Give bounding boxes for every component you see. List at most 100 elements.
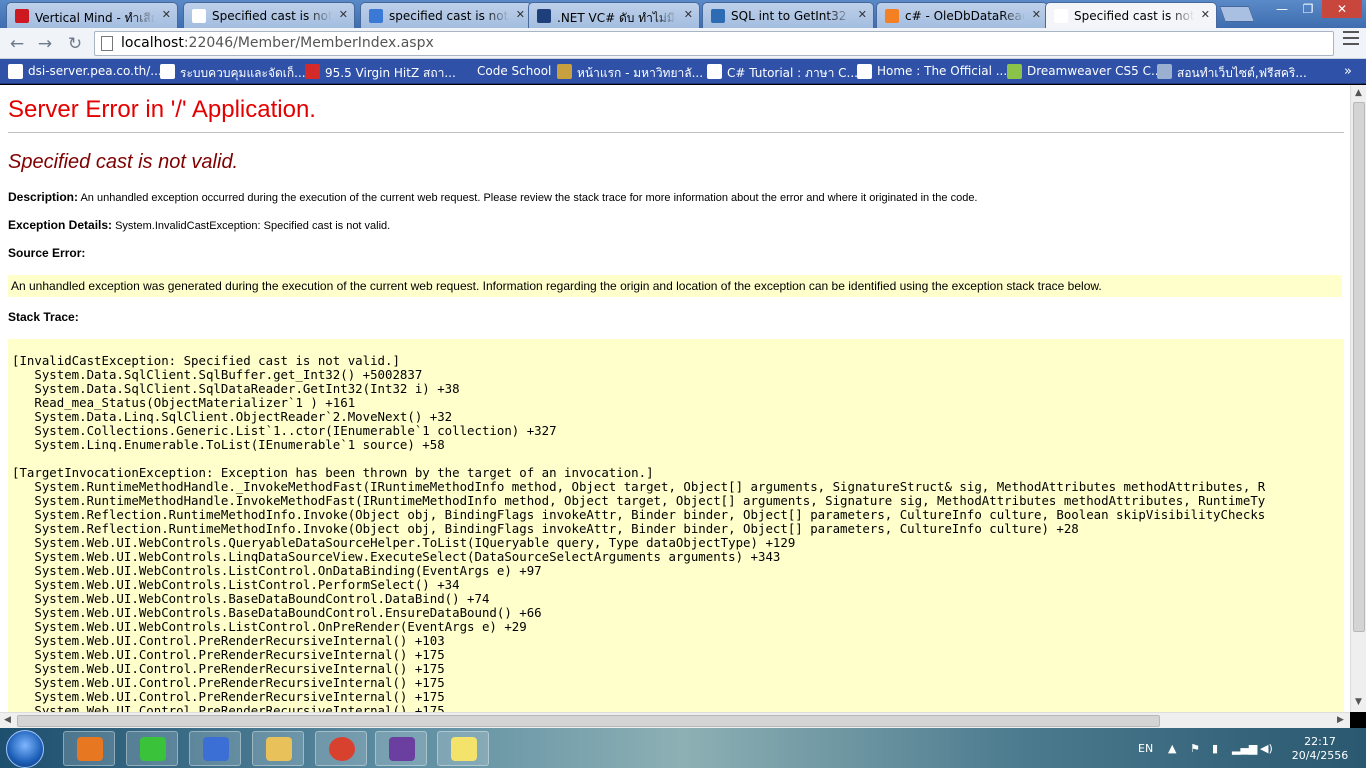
address-host: localhost [121, 35, 184, 51]
bookmark-item[interactable]: C# Tutorial : ภาษา C... [707, 64, 858, 80]
bookmark-favicon-icon [1157, 64, 1172, 79]
stack-trace-line: System.RuntimeMethodHandle.InvokeMethodF… [12, 493, 1266, 508]
bookmark-favicon-icon [707, 64, 722, 79]
stack-trace-row: Stack Trace: [8, 310, 79, 324]
address-bar[interactable]: localhost:22046/Member/MemberIndex.aspx … [94, 31, 1334, 56]
browser-tab[interactable]: specified cast is not va ✕ [360, 2, 532, 28]
bookmark-item[interactable]: dsi-server.pea.co.th/... [8, 64, 162, 80]
scroll-left-arrow-icon[interactable]: ◀ [4, 715, 11, 725]
restore-button[interactable]: ❐ [1296, 0, 1320, 18]
tab-title: Specified cast is not va [212, 9, 332, 23]
clock-date: 20/4/2556 [1291, 749, 1349, 762]
bookmark-item[interactable]: 95.5 Virgin HitZ สถา... [305, 64, 456, 80]
source-error-box: An unhandled exception was generated dur… [8, 275, 1342, 297]
tab-close-icon[interactable]: ✕ [684, 8, 693, 21]
stack-trace-line: Read_mea_Status(ObjectMaterializer`1 ) +… [12, 395, 356, 410]
taskbar-app-sticky-notes[interactable] [437, 731, 489, 766]
taskbar-app-file-explorer[interactable] [252, 731, 304, 766]
bookmark-item[interactable]: Home : The Official ... [857, 64, 1007, 80]
bookmark-item[interactable]: ระบบควบคุมและจัดเก็... [160, 64, 306, 80]
taskbar-app-chrome[interactable] [315, 731, 367, 766]
scroll-down-arrow-icon[interactable]: ▼ [1355, 697, 1362, 707]
browser-tab[interactable]: SQL int to GetInt32 to ✕ [702, 2, 874, 28]
bookmark-item[interactable]: Code School [457, 64, 551, 80]
taskbar-app-media-player[interactable] [63, 731, 115, 766]
reload-icon[interactable]: ↻ [64, 33, 86, 55]
sticky-notes-icon [451, 737, 477, 761]
volume-icon[interactable]: ◀) [1260, 742, 1273, 755]
browser-tab[interactable]: Specified cast is not va ✕ [1045, 2, 1217, 28]
taskbar-clock[interactable]: 22:17 20/4/2556 [1290, 735, 1350, 763]
close-window-button[interactable]: ✕ [1322, 0, 1362, 18]
minimize-button[interactable]: — [1270, 0, 1294, 18]
tab-favicon-icon [15, 9, 29, 23]
show-hidden-icons-icon[interactable]: ▲ [1168, 742, 1176, 755]
tab-close-icon[interactable]: ✕ [858, 8, 867, 21]
network-signal-icon[interactable]: ▂▄▆ [1232, 742, 1257, 755]
stack-trace-line: System.Web.UI.Control.PreRenderRecursive… [12, 703, 445, 713]
bookmark-item[interactable]: หน้าแรก - มหาวิทยาลั... [557, 64, 703, 80]
file-explorer-icon [266, 737, 292, 761]
stack-trace-line: System.Reflection.RuntimeMethodInfo.Invo… [12, 507, 1266, 522]
line-icon [140, 737, 166, 761]
stack-trace-box: [InvalidCastException: Specified cast is… [8, 339, 1344, 712]
exception-text: System.InvalidCastException: Specified c… [115, 220, 391, 232]
horizontal-scrollbar[interactable]: ◀ ▶ [0, 712, 1350, 728]
stack-trace-line: System.Web.UI.Control.PreRenderRecursive… [12, 661, 445, 676]
media-player-icon [77, 737, 103, 761]
tab-favicon-icon [537, 9, 551, 23]
taskbar-app-line[interactable] [126, 731, 178, 766]
browser-tab[interactable]: c# - OleDbDataReader ✕ [876, 2, 1048, 28]
vertical-scroll-thumb[interactable] [1353, 102, 1365, 632]
stack-trace-line: System.Data.SqlClient.SqlBuffer.get_Int3… [12, 367, 423, 382]
stack-trace-gap [12, 452, 1265, 466]
taskbar-app-messenger[interactable] [189, 731, 241, 766]
description-row: Description: An unhandled exception occu… [8, 190, 978, 204]
horizontal-scroll-thumb[interactable] [17, 715, 1160, 727]
tab-close-icon[interactable]: ✕ [1032, 8, 1041, 21]
tab-favicon-icon [369, 9, 383, 23]
stack-trace-line: System.RuntimeMethodHandle._InvokeMethod… [12, 479, 1266, 494]
browser-tab[interactable]: Specified cast is not va ✕ [183, 2, 355, 28]
language-indicator[interactable]: EN [1138, 742, 1153, 755]
browser-tab[interactable]: Vertical Mind - ทำเสีย ✕ [6, 2, 178, 28]
exception-label: Exception Details: [8, 218, 113, 232]
bookmark-item[interactable]: สอนทำเว็บไซต์,ฟรีสคริ... [1157, 64, 1307, 80]
tab-close-icon[interactable]: ✕ [339, 8, 348, 21]
action-center-flag-icon[interactable]: ⚑ [1190, 742, 1200, 755]
stack-trace-line: [InvalidCastException: Specified cast is… [12, 353, 400, 368]
tab-close-icon[interactable]: ✕ [516, 8, 525, 21]
scroll-up-arrow-icon[interactable]: ▲ [1355, 88, 1362, 98]
stack-trace-line: System.Data.SqlClient.SqlDataReader.GetI… [12, 381, 460, 396]
stack-trace-line: System.Web.UI.WebControls.LinqDataSource… [12, 549, 781, 564]
visual-studio-icon [389, 737, 415, 761]
tab-favicon-icon [711, 9, 725, 23]
vertical-scrollbar[interactable]: ▲ ▼ [1350, 85, 1366, 712]
scroll-right-arrow-icon[interactable]: ▶ [1337, 715, 1344, 725]
tab-close-icon[interactable]: ✕ [162, 8, 171, 21]
tab-close-icon[interactable]: ✕ [1201, 8, 1210, 21]
exception-row: Exception Details: System.InvalidCastExc… [8, 218, 390, 232]
forward-arrow-icon[interactable]: → [34, 33, 56, 55]
stack-trace-line: [TargetInvocationException: Exception ha… [12, 465, 654, 480]
bookmark-label: Code School [477, 64, 552, 78]
bookmark-item[interactable]: Dreamweaver CS5 C... [1007, 64, 1162, 80]
taskbar-app-visual-studio[interactable] [375, 731, 427, 766]
bookmarks-overflow-button[interactable]: » [1344, 64, 1352, 80]
menu-icon[interactable] [1343, 31, 1359, 45]
back-arrow-icon[interactable]: ← [6, 33, 28, 55]
tab-favicon-icon [1054, 9, 1068, 23]
divider [8, 132, 1344, 133]
address-path: :22046/Member/MemberIndex.aspx [183, 35, 434, 51]
battery-icon[interactable]: ▮ [1212, 742, 1218, 755]
tab-title: Specified cast is not va [1074, 9, 1194, 23]
start-button[interactable] [6, 730, 44, 768]
bookmark-favicon-icon [8, 64, 23, 79]
stack-trace-line: System.Data.Linq.SqlClient.ObjectReader`… [12, 409, 453, 424]
clock-time: 22:17 [1304, 735, 1336, 748]
new-tab-button[interactable] [1219, 6, 1255, 22]
source-error-row: Source Error: [8, 246, 85, 260]
bookmark-label: dsi-server.pea.co.th/... [28, 64, 162, 78]
browser-tab[interactable]: .NET VC# ดับ ทำไม่มีร ✕ [528, 2, 700, 28]
stack-trace-line: System.Web.UI.Control.PreRenderRecursive… [12, 647, 445, 662]
